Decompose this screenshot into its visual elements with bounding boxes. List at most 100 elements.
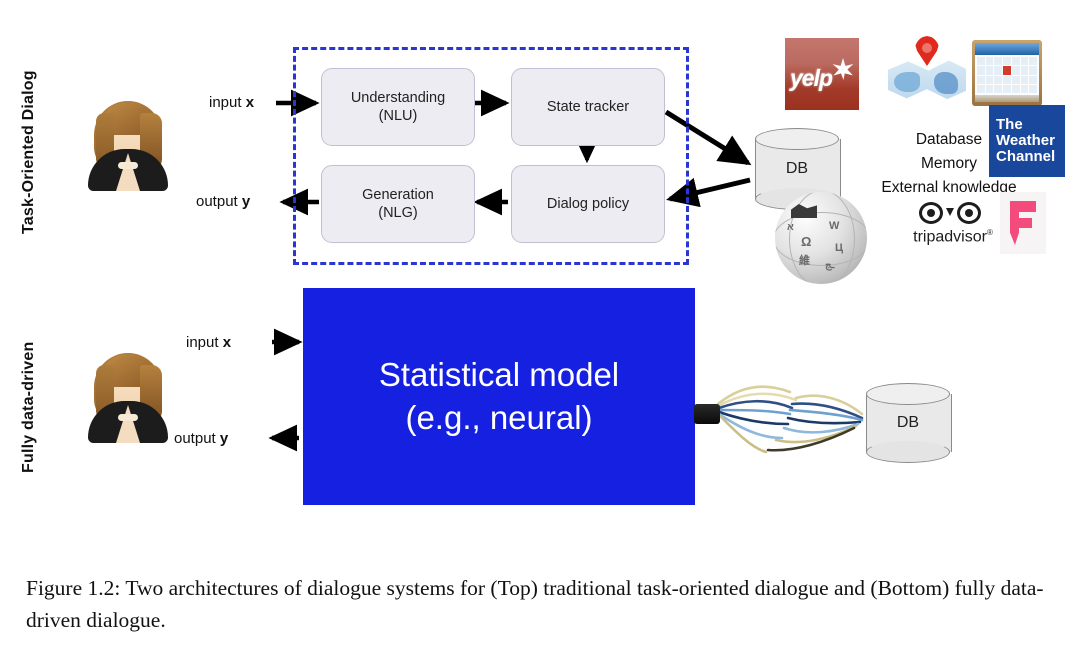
calendar-cell bbox=[1020, 66, 1029, 75]
calendar-cell bbox=[977, 66, 985, 75]
avatar-necklace bbox=[118, 162, 138, 169]
yelp-burst-icon bbox=[832, 58, 854, 80]
calendar-cell bbox=[985, 57, 994, 66]
owl-pupil-right bbox=[965, 209, 973, 217]
calendar-cell bbox=[994, 66, 1003, 75]
owl-eye-left bbox=[919, 202, 943, 224]
owl-eye-right bbox=[957, 202, 981, 224]
calendar-cell bbox=[994, 75, 1003, 84]
input-label-top: input x bbox=[209, 94, 254, 111]
calendar-cell bbox=[977, 75, 985, 84]
owl-beak bbox=[946, 208, 954, 216]
calendar-cell bbox=[977, 57, 985, 66]
wiki-meridian-2 bbox=[775, 212, 867, 266]
map-land-right bbox=[934, 72, 958, 94]
calendar-cell bbox=[1029, 75, 1037, 84]
wiki-glyph-w: W bbox=[829, 220, 840, 232]
database-cylinder-bottom: DB bbox=[866, 383, 952, 463]
module-nlg-line1: Generation bbox=[362, 186, 434, 203]
figure-canvas: Task-Oriented Dialog input x output y Un… bbox=[0, 0, 1080, 662]
weather-channel-line3: Channel bbox=[996, 148, 1056, 166]
tripadvisor-wordmark: tripadvisor® bbox=[901, 228, 1005, 246]
module-state-tracker-label: State tracker bbox=[546, 98, 630, 115]
statistical-model-line1: Statistical model bbox=[378, 356, 620, 394]
map-pin-hole bbox=[922, 43, 932, 53]
module-dialog-policy[interactable]: Dialog policy bbox=[511, 165, 665, 243]
output-label-bottom: output y bbox=[174, 430, 228, 447]
avatar-necklace bbox=[118, 414, 138, 421]
statistical-model-line2: (e.g., neural) bbox=[405, 398, 593, 436]
calendar-cell bbox=[985, 75, 994, 84]
db-top-label: DB bbox=[785, 160, 809, 177]
input-label-bottom: input x bbox=[186, 334, 231, 351]
map-land-left bbox=[894, 72, 920, 92]
section-label-task-oriented: Task-Oriented Dialog bbox=[20, 70, 37, 235]
calendar-cell bbox=[985, 84, 994, 93]
module-dialog-policy-label: Dialog policy bbox=[546, 195, 630, 212]
db-bottom-label: DB bbox=[896, 414, 920, 431]
calendar-cell bbox=[1029, 84, 1037, 93]
figure-caption: Figure 1.2: Two architectures of dialogu… bbox=[26, 576, 1044, 633]
database-cylinder-top: DB bbox=[755, 128, 841, 210]
yelp-logo: yelp bbox=[785, 38, 859, 110]
calendar-cell bbox=[1003, 57, 1011, 66]
map-pin-logo bbox=[888, 34, 966, 106]
calendar-cell bbox=[994, 57, 1003, 66]
weather-channel-line1: The bbox=[996, 115, 1023, 133]
calendar-logo bbox=[972, 40, 1042, 106]
section-label-fully-data-driven: Fully data-driven bbox=[20, 341, 37, 474]
calendar-cell bbox=[994, 84, 1003, 93]
tripadvisor-text: tripadvisor bbox=[913, 228, 987, 246]
module-nlu-line1: Understanding bbox=[350, 89, 446, 106]
yelp-logo-text: yelp bbox=[790, 65, 833, 91]
output-label-bottom-text: output bbox=[174, 430, 220, 447]
output-label-top: output y bbox=[196, 193, 250, 210]
calendar-cell bbox=[1020, 57, 1029, 66]
wiki-glyph-j: ـج bbox=[825, 260, 835, 271]
module-nlg-line2: (NLG) bbox=[378, 205, 418, 221]
foursquare-f-icon bbox=[1010, 201, 1036, 245]
calendar-cell bbox=[1003, 84, 1011, 93]
calendar-header-bar bbox=[975, 43, 1039, 55]
calendar-cell bbox=[1011, 84, 1020, 93]
foursquare-stroke-mid bbox=[1010, 218, 1032, 228]
module-generation-nlg[interactable]: Generation (NLG) bbox=[321, 165, 475, 243]
input-label-bottom-var: x bbox=[222, 334, 232, 351]
calendar-cell bbox=[1011, 57, 1020, 66]
calendar-cell bbox=[1029, 66, 1037, 75]
module-nlu-line2: (NLU) bbox=[378, 108, 418, 124]
wiki-glyph-a: א bbox=[787, 222, 794, 233]
input-label-top-var: x bbox=[245, 94, 255, 111]
module-state-tracker[interactable]: State tracker bbox=[511, 68, 665, 146]
wiki-glyph-cjk: 維 bbox=[799, 255, 810, 267]
tripadvisor-owl-icon bbox=[919, 197, 981, 226]
input-label-bottom-text: input bbox=[186, 334, 223, 351]
wiki-glyph-omega: Ω bbox=[801, 234, 812, 249]
weather-channel-line2: Weather bbox=[996, 131, 1055, 149]
calendar-cell-highlight bbox=[1003, 66, 1011, 75]
user-avatar-top bbox=[82, 93, 174, 191]
calendar-cell bbox=[1020, 75, 1029, 84]
output-label-top-var: y bbox=[241, 193, 251, 210]
cable-plug bbox=[694, 404, 720, 424]
cable-bundle bbox=[694, 368, 874, 472]
statistical-model-box[interactable]: Statistical model (e.g., neural) bbox=[303, 288, 695, 505]
tripadvisor-logo: tripadvisor® bbox=[901, 197, 1005, 252]
calendar-grid bbox=[975, 55, 1039, 95]
module-understanding-nlu[interactable]: Understanding (NLU) bbox=[321, 68, 475, 146]
calendar-cell bbox=[985, 66, 994, 75]
calendar-cell bbox=[977, 84, 985, 93]
calendar-base bbox=[975, 95, 1039, 102]
input-label-top-text: input bbox=[209, 94, 246, 111]
foursquare-logo bbox=[1000, 192, 1046, 254]
owl-pupil-left bbox=[927, 209, 935, 217]
output-label-bottom-var: y bbox=[219, 430, 229, 447]
user-avatar-bottom bbox=[82, 345, 174, 443]
calendar-cell bbox=[1020, 84, 1029, 93]
calendar-cell bbox=[1029, 57, 1037, 66]
tripadvisor-registered-mark: ® bbox=[986, 228, 993, 237]
calendar-cell bbox=[1011, 66, 1020, 75]
weather-channel-logo: The Weather Channel bbox=[989, 105, 1065, 177]
calendar-cell bbox=[1003, 75, 1011, 84]
wiki-glyph-n: Ц bbox=[835, 242, 844, 254]
